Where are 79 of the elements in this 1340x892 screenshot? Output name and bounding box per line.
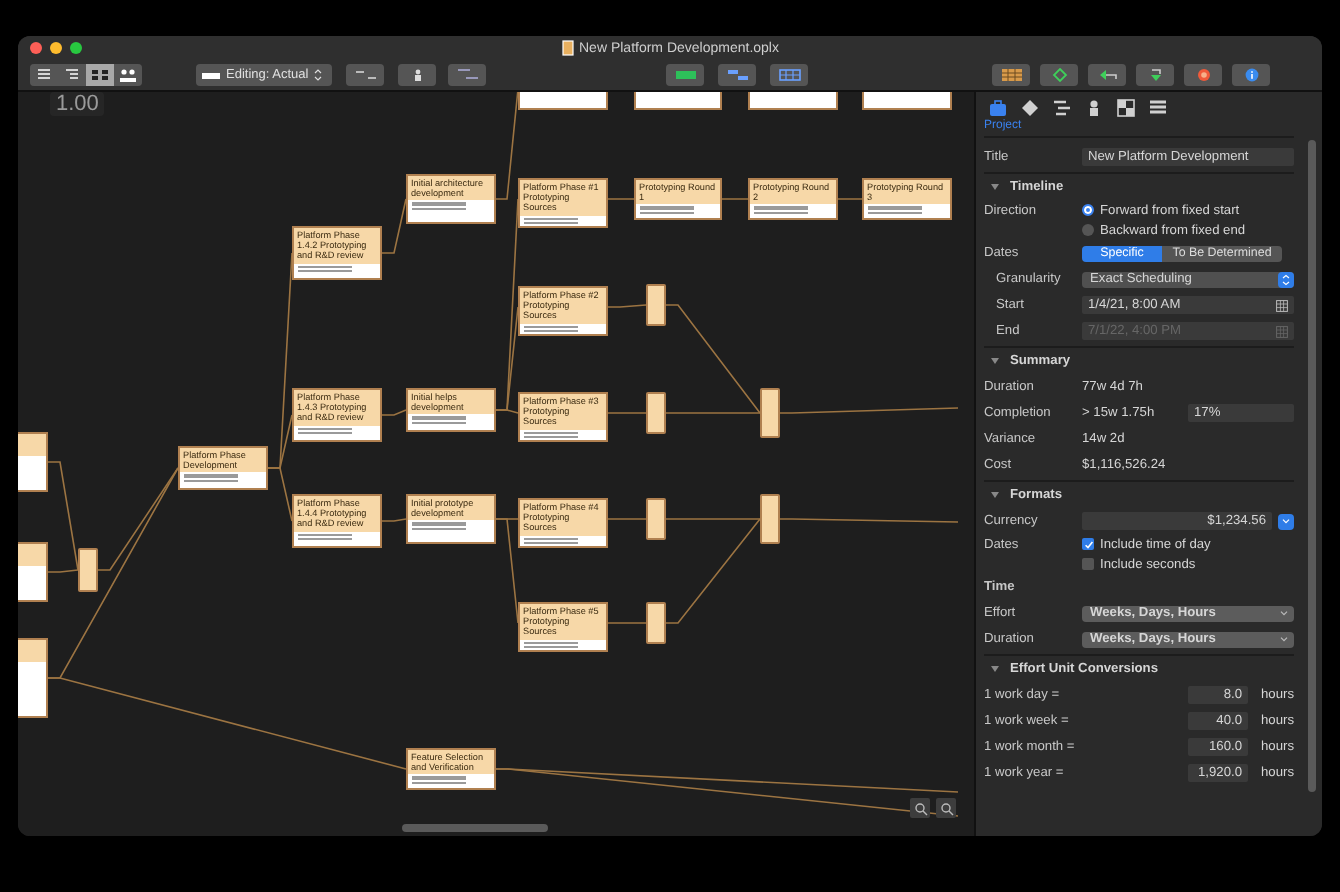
document-icon (561, 40, 573, 56)
grid-icon (777, 68, 801, 82)
updown-chevron-icon (314, 68, 323, 82)
checkmark-icon (1083, 539, 1093, 549)
connector-line (607, 518, 647, 520)
disclosure-triangle-icon[interactable] (990, 490, 1000, 500)
diamond-icon[interactable] (1020, 98, 1040, 118)
toolbar-button[interactable] (346, 64, 384, 86)
milestone-node[interactable] (646, 602, 666, 644)
toolbar-button[interactable] (1232, 64, 1270, 86)
zoom-level-label: 1.00 (50, 92, 105, 116)
toolbar-button[interactable] (1040, 64, 1078, 86)
minimize-button[interactable] (50, 42, 62, 54)
connector-line (607, 412, 647, 414)
chevron-icon (1282, 518, 1290, 524)
diamond-icon (1047, 68, 1071, 82)
checkbox[interactable] (1082, 558, 1094, 570)
milestone-node[interactable] (646, 498, 666, 540)
chevron-icon (1280, 610, 1288, 616)
toolbar-button[interactable] (770, 64, 808, 86)
connector-line (381, 198, 407, 254)
disclosure-triangle-icon[interactable] (990, 182, 1000, 192)
toolbar-button[interactable] (718, 64, 756, 86)
milestone-node[interactable] (646, 284, 666, 326)
toolbar-button[interactable] (1136, 64, 1174, 86)
currency-menu-button[interactable] (1278, 513, 1294, 529)
milestone-node[interactable] (78, 548, 98, 592)
scrollbar-thumb[interactable] (1308, 140, 1316, 792)
connect-icon (353, 68, 377, 82)
connector-line (607, 304, 647, 308)
people-icon (118, 66, 138, 84)
updown-chevron-icon (1282, 273, 1290, 285)
view-mode-button[interactable] (30, 64, 58, 86)
zoom-in-button[interactable] (936, 798, 956, 818)
checkbox[interactable] (1082, 538, 1094, 550)
close-button[interactable] (30, 42, 42, 54)
connector-line (837, 198, 863, 200)
split-icon (455, 68, 479, 82)
toolbar-button[interactable] (666, 64, 704, 86)
toolbar-button[interactable] (1088, 64, 1126, 86)
network-view-icon (90, 66, 110, 84)
milestone-node[interactable] (760, 388, 780, 438)
bar-icon (202, 71, 220, 79)
view-mode-button[interactable] (58, 64, 86, 86)
view-mode-button[interactable] (86, 64, 114, 86)
indented-list-icon (62, 66, 82, 84)
connector-line (721, 198, 749, 200)
toolbar-button[interactable] (992, 64, 1030, 86)
list-icon[interactable] (1148, 98, 1168, 118)
magnifier-icon (913, 801, 927, 815)
zoom-button[interactable] (70, 42, 82, 54)
checker-icon[interactable] (1116, 98, 1136, 118)
radio-button[interactable] (1082, 224, 1094, 236)
connector-line (607, 198, 635, 200)
connector-line (607, 622, 647, 624)
arrow-left-icon (1095, 68, 1119, 82)
briefcase-icon[interactable] (988, 98, 1008, 118)
radio-button[interactable] (1082, 204, 1094, 216)
person-icon[interactable] (1084, 98, 1104, 118)
toolbar-button[interactable] (448, 64, 486, 86)
view-mode-button[interactable] (114, 64, 142, 86)
connector-line (381, 518, 407, 522)
toolbar-button[interactable] (398, 64, 436, 86)
disclosure-triangle-icon[interactable] (990, 356, 1000, 366)
toolbar-button[interactable] (1184, 64, 1222, 86)
milestone-node[interactable] (646, 392, 666, 434)
zoom-out-button[interactable] (910, 798, 930, 818)
disclosure-triangle-icon[interactable] (990, 664, 1000, 674)
magnifier-icon (939, 801, 953, 815)
connector-line (381, 409, 407, 416)
calendar-icon[interactable] (1276, 299, 1288, 311)
chevron-icon (1280, 636, 1288, 642)
scrollbar-thumb[interactable] (402, 824, 548, 832)
task-bars-icon[interactable] (1052, 98, 1072, 118)
milestone-node[interactable] (760, 494, 780, 544)
bar-chart-icon (673, 68, 697, 82)
outline-view-icon (34, 66, 54, 84)
table-icon (999, 68, 1023, 82)
flow-icon (725, 68, 749, 82)
